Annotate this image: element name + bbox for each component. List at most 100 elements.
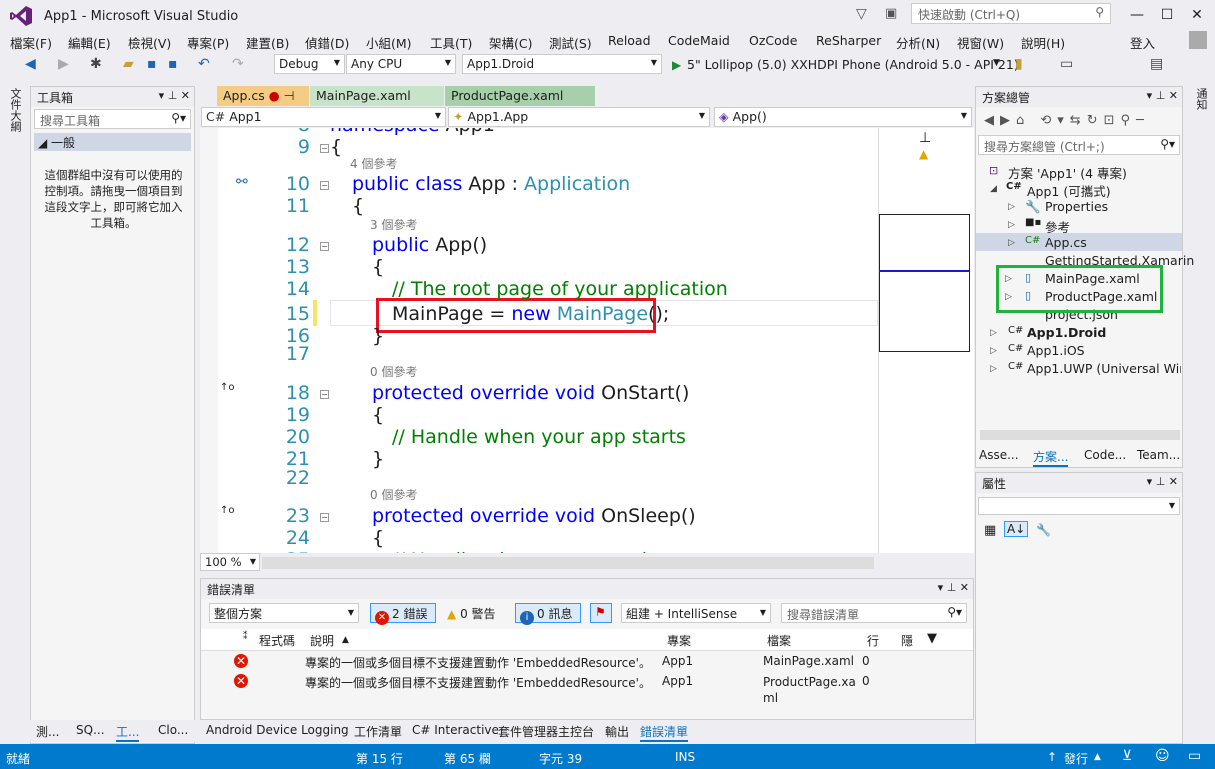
column-code[interactable]: 程式碼 (259, 632, 295, 649)
menu-team[interactable]: 小組(M) (366, 33, 412, 52)
menu-project[interactable]: 專案(P) (187, 33, 229, 52)
startup-project-select[interactable]: App1.Droid ▼ (462, 54, 662, 74)
collapse-icon[interactable]: − (320, 242, 329, 251)
alphabetical-icon[interactable]: A↓ (1004, 521, 1029, 537)
toolbox-search-input[interactable]: 搜尋工具箱 ⚲▾ (34, 109, 191, 129)
tab-cloud-explorer[interactable]: Clo... (158, 723, 188, 737)
menu-reload[interactable]: Reload (608, 33, 651, 48)
tab-codemaid[interactable]: Code... (1084, 448, 1126, 462)
warnings-filter-button[interactable]: ▲ 0 警告 (442, 603, 508, 623)
menu-view[interactable]: 檢視(V) (128, 33, 171, 52)
column-project[interactable]: 專案 (667, 632, 691, 649)
expand-icon[interactable]: ▷ (1008, 202, 1015, 212)
categorized-icon[interactable]: ▦ (984, 523, 996, 538)
menu-edit[interactable]: 編輯(E) (68, 33, 111, 52)
save-all-icon[interactable]: ▪ (168, 56, 178, 72)
codelens-references[interactable]: 0 個參考 (370, 486, 417, 503)
wrench-icon[interactable]: 🔧 (1036, 523, 1051, 537)
open-folder-icon[interactable]: ▰ (123, 56, 134, 72)
tab-test-explorer[interactable]: 測... (36, 723, 59, 740)
tree-item-app-cs[interactable]: App.cs (1045, 235, 1087, 250)
quick-launch-input[interactable]: 快速啟動 (Ctrl+Q) ⚲ (911, 3, 1111, 24)
column-description[interactable]: 說明 (310, 632, 334, 649)
split-icon[interactable]: ⊥ (919, 130, 931, 146)
tab-team-explorer[interactable]: Team... (1137, 448, 1180, 462)
maximize-button[interactable]: ☐ (1152, 4, 1182, 26)
minimap-viewport[interactable] (879, 214, 970, 352)
feedback-icon[interactable]: ▣ (885, 6, 897, 21)
publish-button[interactable]: 發行 (1064, 750, 1088, 767)
nav-member-select[interactable]: ◈ App() ▼ (714, 107, 972, 127)
tab-assets[interactable]: Asse... (979, 448, 1019, 462)
toolbar-tool-icon[interactable]: ▮ (1015, 56, 1023, 72)
clear-filter-icon[interactable]: ⚑ (590, 603, 612, 623)
menu-build[interactable]: 建置(B) (246, 33, 289, 52)
collapse-icon[interactable]: − (320, 181, 329, 190)
collapse-icon[interactable]: − (320, 144, 329, 153)
tab-android-device-logging[interactable]: Android Device Logging (206, 723, 349, 737)
tab-task-list[interactable]: 工作清單 (354, 723, 402, 740)
column-file[interactable]: 檔案 (767, 632, 791, 649)
back-icon[interactable]: ◀ (25, 56, 36, 72)
platform-select[interactable]: Any CPU ▼ (346, 54, 456, 74)
zoom-select[interactable]: 100 % ▼ (200, 553, 260, 571)
collapse-icon[interactable]: − (320, 390, 329, 399)
column-line[interactable]: 行 (867, 632, 879, 649)
run-target-dropdown-icon[interactable]: ▼ (993, 58, 1000, 68)
redo-icon[interactable]: ↷ (232, 56, 244, 72)
expand-icon[interactable]: ▷ (1008, 220, 1015, 230)
tab-csharp-interactive[interactable]: C# Interactive (412, 723, 499, 737)
nav-type-select[interactable]: ✦ App1.App ▼ (448, 107, 710, 127)
messages-filter-button[interactable]: i0 訊息 (515, 603, 581, 625)
menu-help[interactable]: 說明(H) (1021, 33, 1065, 52)
menu-resharper[interactable]: ReSharper (816, 33, 881, 48)
tree-item-app1-uwp[interactable]: App1.UWP (Universal Windo (1027, 361, 1181, 376)
menu-test[interactable]: 測試(S) (549, 33, 592, 52)
close-button[interactable]: ✕ (1182, 4, 1212, 26)
menu-ozcode[interactable]: OzCode (749, 33, 797, 48)
minimize-button[interactable]: — (1122, 4, 1152, 26)
save-icon[interactable]: ▪ (147, 56, 157, 72)
notifications-icon[interactable]: ▭ (1188, 748, 1201, 764)
tree-item-properties[interactable]: Properties (1045, 199, 1108, 214)
pane-controls[interactable]: ▾ ⊥ ✕ (938, 581, 969, 594)
code-editor[interactable]: ⚯ ↑o ↑o 8namespace App19{−10public class… (200, 128, 878, 553)
document-outline-tab[interactable]: 文件大綱 (7, 88, 23, 132)
collapse-icon[interactable]: − (320, 513, 329, 522)
menu-file[interactable]: 檔案(F) (10, 33, 52, 52)
override-icon[interactable]: ↑o (220, 382, 235, 393)
login-link[interactable]: 登入 (1130, 33, 1155, 52)
tab-mainpage-xaml[interactable]: MainPage.xaml (310, 86, 444, 106)
expand-icon[interactable]: ▷ (990, 346, 997, 356)
pane-controls[interactable]: ▾ ⊥ ✕ (159, 89, 190, 102)
menu-window[interactable]: 視窗(W) (957, 33, 1004, 52)
tab-package-manager-console[interactable]: 套件管理器主控台 (498, 723, 594, 740)
solution-explorer-toolbar[interactable]: ◀▶⌂ ⟲▾⇆↻⊡⚲─ (984, 113, 1150, 128)
toolbox-group-general[interactable]: ◢ 一般 (34, 133, 191, 151)
expand-icon[interactable]: ▷ (990, 364, 997, 374)
error-list-search-input[interactable]: 搜尋錯誤清單 ⚲▾ (781, 603, 967, 623)
codelens-references[interactable]: 0 個參考 (370, 363, 417, 380)
tab-app-cs[interactable]: App.cs ● ⊣ ✕ (217, 86, 309, 118)
download-icon[interactable]: ⊻ (1122, 748, 1132, 764)
undo-icon[interactable]: ↶ (198, 56, 210, 72)
tab-output[interactable]: 輸出 (605, 723, 629, 740)
tree-item-app1-ios[interactable]: App1.iOS (1027, 343, 1085, 358)
notifications-tab[interactable]: 通知 (1193, 88, 1209, 110)
errors-filter-button[interactable]: ✕ 2 錯誤 (370, 603, 436, 625)
menu-tools[interactable]: 工具(T) (430, 33, 472, 52)
tab-error-list[interactable]: 錯誤清單 (640, 723, 689, 742)
column-suppressed[interactable]: 隱 (901, 632, 913, 649)
tab-sql-server[interactable]: SQ... (76, 723, 105, 737)
layout-icon[interactable]: ▤ (1150, 56, 1163, 72)
pane-controls[interactable]: ▾ ⊥ ✕ (1147, 89, 1178, 102)
menu-codemaid[interactable]: CodeMaid (668, 33, 730, 48)
scope-select[interactable]: 整個方案 ▼ (209, 603, 359, 623)
expand-icon[interactable]: ▷ (1008, 238, 1015, 248)
filter-icon[interactable]: ▽ (856, 6, 867, 22)
scrollbar-minimap[interactable]: ⊥ ▲ (878, 128, 974, 553)
tab-productpage-xaml[interactable]: ProductPage.xaml (445, 86, 595, 106)
solution-explorer-search-input[interactable]: 搜尋方案總管 (Ctrl+;) ⚲▾ (978, 135, 1180, 155)
run-target-button[interactable]: 5" Lollipop (5.0) XXHDPI Phone (Android … (687, 57, 1019, 72)
feedback-smile-icon[interactable]: ☺ (1155, 748, 1170, 764)
